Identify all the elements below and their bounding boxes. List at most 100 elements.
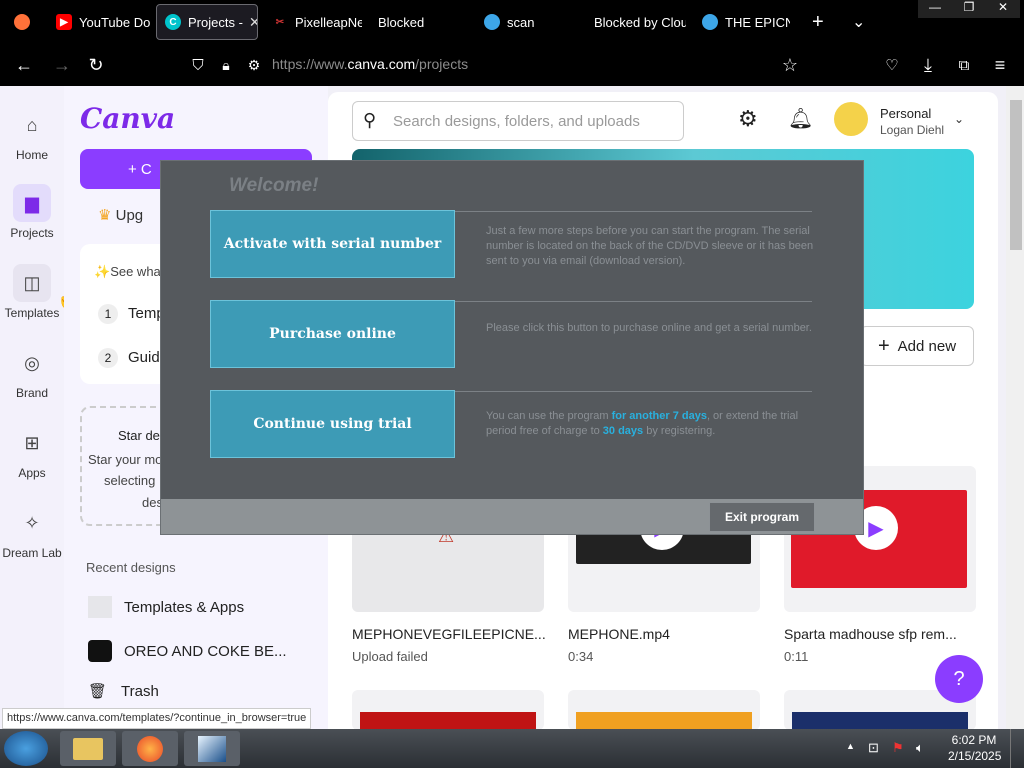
close-tab-icon[interactable]: ✕ [249, 14, 257, 31]
notifications-bell-icon[interactable]: 🔔︎ [788, 106, 813, 131]
canva-logo[interactable]: Canva [80, 102, 175, 135]
crown-icon: ♛ [98, 207, 112, 224]
trash-icon: 🗑︎ [88, 683, 108, 700]
rail-templates[interactable]: ◫ Templates [0, 264, 64, 320]
dream-lab-icon: ✧ [24, 512, 40, 533]
file-thumb[interactable] [568, 690, 760, 729]
file-duration: 0:11 [784, 649, 809, 664]
chevron-down-icon[interactable]: ⌄ [954, 112, 964, 126]
file-name[interactable]: MEPHONE.mp4 [568, 626, 670, 642]
search-icon: ⚲ [363, 110, 377, 130]
home-icon: ⌂ [26, 114, 38, 135]
trash-link[interactable]: 🗑︎ Trash [88, 682, 159, 700]
divider [455, 301, 812, 302]
url-bar[interactable]: https://www.canva.com/projects [272, 56, 468, 72]
add-new-button[interactable]: + Add new [860, 326, 974, 366]
clock[interactable]: 6:02 PM 2/15/2025 [948, 733, 1001, 763]
reload-icon[interactable]: ↻ [82, 44, 110, 86]
activate-serial-button[interactable]: Activate with serial number [210, 210, 455, 278]
start-button[interactable] [4, 731, 48, 766]
file-thumb[interactable] [352, 690, 544, 729]
tab-scan[interactable]: scan [476, 4, 576, 40]
restore-button[interactable]: ❐ [952, 0, 986, 18]
continue-trial-button[interactable]: Continue using trial [210, 390, 455, 458]
welcome-dialog: Welcome! Activate with serial number Jus… [160, 160, 864, 535]
folder-icon: ▆ [13, 184, 51, 222]
recent-item[interactable]: OREO AND COKE BE... [88, 640, 287, 662]
explorer-taskbar-icon[interactable] [60, 731, 116, 766]
upgrade-button[interactable]: ♛ Upg [98, 206, 143, 224]
rail-brand[interactable]: ◎ Brand [0, 344, 64, 401]
pixelleap-icon: ✂ [275, 16, 285, 28]
rail-dream-lab[interactable]: ✧ Dream Lab [0, 504, 64, 561]
plus-icon: + [877, 334, 890, 357]
app-taskbar-icon[interactable] [184, 731, 240, 766]
step-guide[interactable]: 2 Guid [98, 348, 160, 368]
account-type: Personal [880, 106, 932, 121]
file-status: Upload failed [352, 649, 428, 664]
youtube-icon: ▶ [56, 14, 72, 30]
activate-description: Just a few more steps before you can sta… [486, 225, 814, 267]
show-desktop-button[interactable] [1010, 729, 1024, 768]
search-input[interactable]: ⚲ Search designs, folders, and uploads [352, 101, 684, 141]
divider [455, 391, 812, 392]
tab-epicne[interactable]: THE EPICNE [694, 4, 790, 40]
see-what-label: ✨See wha [94, 264, 161, 279]
brand-icon: ◎ [24, 352, 40, 373]
new-tab-button[interactable]: + [804, 4, 834, 40]
edge-icon [702, 14, 718, 30]
forward-icon[interactable]: → [48, 44, 76, 86]
browser-nav-bar: ← → ↻ ⛉ 🔒︎ ⚙ https://www.canva.com/proje… [0, 44, 1024, 86]
menu-icon[interactable]: ≡ [988, 44, 1012, 86]
recent-item[interactable]: Templates & Apps [88, 596, 244, 618]
tab-blocked[interactable]: Blocked [370, 4, 470, 40]
lock-icon[interactable]: 🔒︎ [214, 44, 238, 86]
rail-apps[interactable]: ⊞ Apps [0, 424, 64, 481]
templates-icon: ◫ [13, 264, 51, 302]
firefox-menu-icon[interactable] [6, 4, 36, 40]
settings-gear-icon[interactable]: ⚙ [738, 106, 758, 132]
rail-projects[interactable]: ▆ Projects [0, 184, 64, 240]
bookmark-star-icon[interactable]: ☆ [778, 44, 802, 86]
divider [455, 211, 812, 212]
recent-designs-title: Recent designs [86, 560, 176, 575]
step-templates[interactable]: 1 Templ [98, 304, 168, 324]
extensions-icon[interactable]: ⧉ [952, 44, 976, 86]
pocket-icon[interactable]: ♡ [880, 44, 904, 86]
file-duration: 0:34 [568, 649, 594, 664]
file-name[interactable]: MEPHONEVEGFILEEPICNE... [352, 626, 546, 642]
tab-pixelleap[interactable]: ✂ PixelleapNe [264, 4, 362, 40]
permissions-icon[interactable]: ⚙ [242, 44, 266, 86]
shield-icon[interactable]: ⛉ [186, 44, 210, 86]
rail-home[interactable]: ⌂ Home [0, 106, 64, 163]
minimize-button[interactable]: — [918, 0, 952, 18]
back-icon[interactable]: ← [10, 44, 38, 86]
design-thumb [88, 640, 112, 662]
network-icon[interactable]: ⊡ [868, 740, 879, 756]
avatar[interactable] [834, 102, 868, 136]
file-name[interactable]: Sparta madhouse sfp rem... [784, 626, 957, 642]
edge-icon [484, 14, 500, 30]
page-scrollbar[interactable] [1006, 86, 1024, 729]
tray-expand-icon[interactable]: ▲ [846, 741, 855, 751]
firefox-taskbar-icon[interactable] [122, 731, 178, 766]
volume-icon[interactable]: 🔈︎ [916, 740, 924, 756]
download-icon[interactable]: ⤓ [916, 44, 940, 86]
tab-list-button[interactable]: ⌄ [844, 4, 874, 40]
trial-description: You can use the program for another 7 da… [486, 410, 799, 437]
account-name: Logan Diehl [880, 123, 945, 137]
action-center-icon[interactable]: ⚑ [892, 740, 904, 756]
tab-projects[interactable]: CProjects -✕ [156, 4, 258, 40]
design-thumb [88, 596, 112, 618]
status-url: https://www.canva.com/templates/?continu… [2, 708, 312, 729]
close-window-button[interactable]: ✕ [986, 0, 1020, 18]
windows-taskbar: ▲ ⊡ ⚑ 🔈︎ 6:02 PM 2/15/2025 [0, 729, 1024, 768]
tab-blocked-cloud[interactable]: Blocked by Clou [586, 4, 686, 40]
apps-icon: ⊞ [24, 432, 40, 453]
exit-program-button[interactable]: Exit program [709, 502, 815, 532]
canva-icon: C [165, 14, 181, 30]
help-button[interactable]: ? [935, 655, 983, 703]
purchase-online-button[interactable]: Purchase online [210, 300, 455, 368]
tab-youtube[interactable]: ▶ YouTube Do [48, 4, 153, 40]
dialog-body: Welcome! Activate with serial number Jus… [161, 161, 863, 499]
